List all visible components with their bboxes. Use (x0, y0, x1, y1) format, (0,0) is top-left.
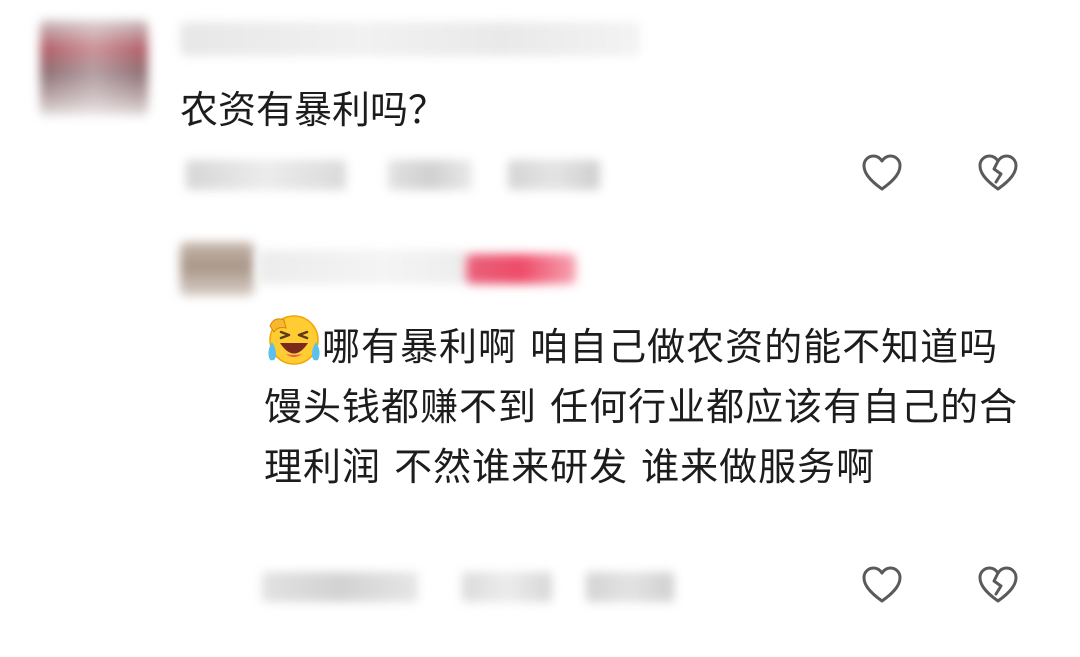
author-badge-redacted (466, 254, 576, 284)
comment-thread: 农资有暴利吗？ 哪有暴利啊 咱自己做农资的能不知道吗 馒头钱都赚不到 任何行业都… (0, 0, 1080, 657)
reply-button-redacted[interactable] (508, 160, 600, 190)
broken-heart-icon[interactable] (976, 152, 1020, 196)
reply-text-block: 哪有暴利啊 咱自己做农资的能不知道吗 馒头钱都赚不到 任何行业都应该有自己的合理… (264, 312, 1024, 497)
heart-outline-icon[interactable] (860, 564, 904, 608)
commenter-avatar[interactable] (40, 20, 148, 116)
broken-heart-icon[interactable] (976, 564, 1020, 608)
reply-button-redacted[interactable] (586, 572, 674, 602)
reply-meta-redacted (262, 572, 418, 602)
laughing-tears-emoji-icon (264, 312, 320, 368)
commenter-name-redacted[interactable] (180, 22, 640, 56)
reply-meta-redacted (462, 572, 552, 602)
heart-outline-icon[interactable] (860, 152, 904, 196)
comment-meta-redacted (186, 160, 346, 190)
comment-meta-redacted (388, 160, 472, 190)
replier-name-redacted[interactable] (258, 250, 468, 284)
replier-avatar[interactable] (180, 242, 254, 296)
reply-text: 哪有暴利啊 咱自己做农资的能不知道吗 馒头钱都赚不到 任何行业都应该有自己的合理… (264, 325, 1019, 489)
comment-text: 农资有暴利吗？ (180, 88, 447, 132)
